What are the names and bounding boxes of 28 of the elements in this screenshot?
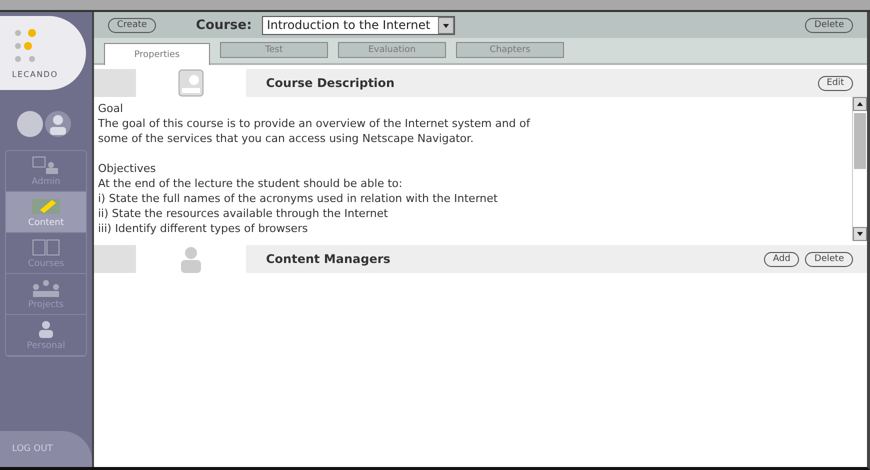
section-title: Content Managers (266, 252, 390, 266)
add-button[interactable]: Add (764, 252, 800, 266)
sidebar-item[interactable]: Content (6, 192, 86, 233)
people-icon (30, 278, 62, 298)
pencil-icon (30, 196, 62, 216)
delete-button[interactable]: Delete (805, 252, 853, 266)
header-tab-block (94, 245, 136, 273)
course-label: Course: (196, 18, 252, 32)
scrollbar[interactable] (852, 97, 867, 241)
logo-text: LECANDO (12, 70, 60, 79)
section-title: Course Description (266, 76, 395, 90)
person-icon (178, 245, 204, 273)
scroll-down-icon[interactable] (853, 227, 867, 241)
tab[interactable]: Properties (104, 43, 210, 65)
scroll-up-icon[interactable] (853, 97, 867, 111)
logout-button[interactable]: LOG OUT (0, 431, 92, 467)
tab[interactable]: Test (220, 42, 328, 58)
delete-button[interactable]: Delete (805, 18, 853, 32)
tab[interactable]: Chapters (456, 42, 564, 58)
edit-button[interactable]: Edit (818, 76, 853, 90)
tab[interactable]: Evaluation (338, 42, 446, 58)
caret-icon (438, 16, 454, 34)
course-select[interactable]: Introduction to the Internet (262, 16, 456, 34)
header-tab-block (94, 69, 136, 97)
create-button[interactable]: Create (108, 18, 156, 32)
description-paragraph: Goal The goal of this course is to provide an overview of the Internet system and of some of the services that you can access using Netscape Navigator. (98, 101, 532, 146)
description-paragraph: Objectives At the end of the lecture the student should be able to: i) State the full names of the acronyms used in relation with the Internet ii) State the resources available through the Internet iii) Identify different types of browsers (98, 161, 499, 236)
book-icon (30, 237, 62, 257)
